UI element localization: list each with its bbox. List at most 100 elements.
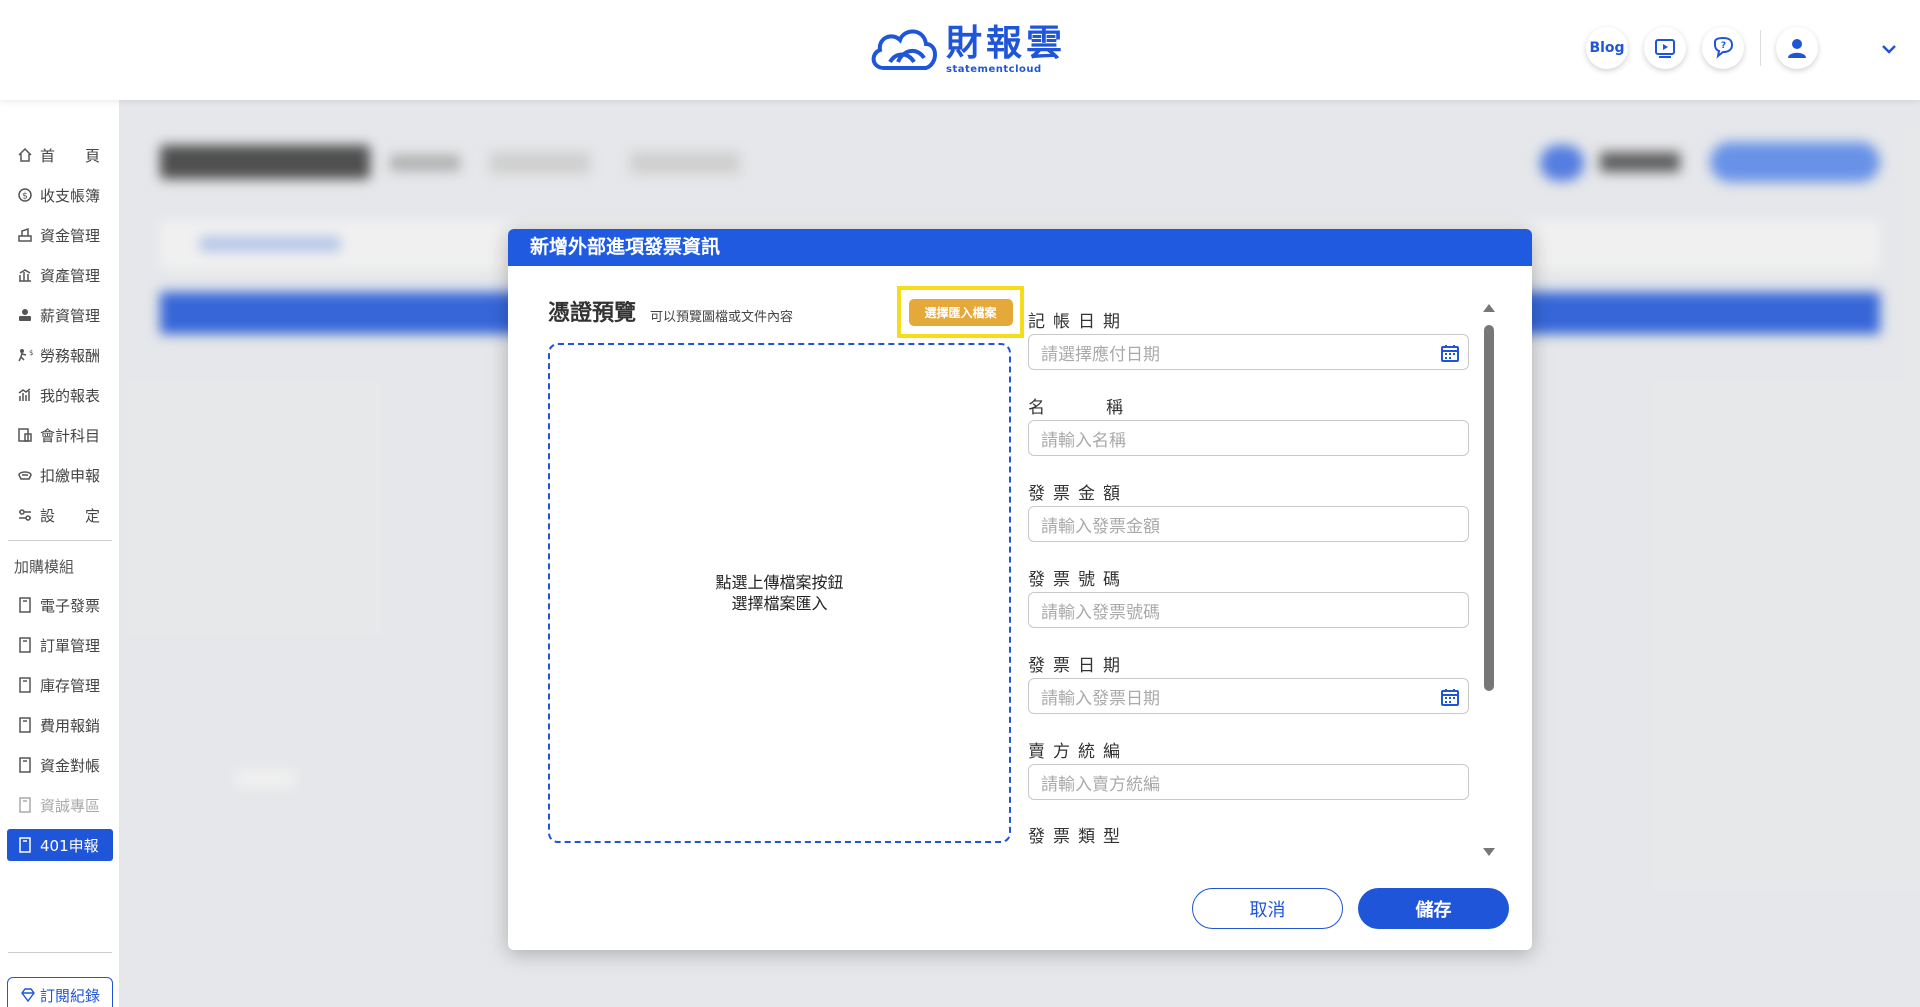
sidebar-item-label: 會計科目 [40, 426, 101, 445]
cancel-button[interactable]: 取消 [1192, 888, 1343, 929]
scroll-up-arrow-icon[interactable] [1482, 302, 1496, 314]
scroll-down-arrow-icon[interactable] [1482, 846, 1496, 858]
sidebar-item-pwc-zone[interactable]: 資誠專區 [14, 790, 110, 820]
sidebar-item-orders[interactable]: 訂單管理 [14, 630, 110, 660]
sidebar-item-label: 費用報銷 [40, 716, 101, 735]
sidebar-item-withholding[interactable]: 扣繳申報 [14, 460, 110, 490]
sidebar-item-settings[interactable]: 設 定 [14, 500, 110, 530]
sidebar-item-label: 收支帳簿 [40, 186, 101, 205]
add-invoice-modal: 新增外部進項發票資訊 憑證預覽 可以預覽圖檔或文件內容 選擇匯入檔案 點選上傳檔… [508, 229, 1532, 950]
invoice-amount-input[interactable]: 請輸入發票金額 [1028, 506, 1469, 542]
booking-date-placeholder: 請選擇應付日期 [1041, 344, 1160, 365]
asset-icon [14, 267, 36, 283]
field-label-invoice-number: 發票號碼 [1028, 570, 1128, 590]
import-button-highlight: 選擇匯入檔案 [897, 286, 1024, 338]
sidebar-item-asset[interactable]: 資產管理 [14, 260, 110, 290]
seller-tax-id-input[interactable]: 請輸入賣方統編 [1028, 764, 1469, 800]
field-label-booking-date: 記帳日期 [1028, 312, 1128, 332]
svg-text:?: ? [1721, 41, 1726, 51]
sidebar-item-fund[interactable]: 資金管理 [14, 220, 110, 250]
calendar-icon[interactable] [1440, 687, 1460, 707]
field-label-seller-tax-id: 賣方統編 [1028, 742, 1128, 762]
book-icon [14, 837, 36, 853]
sidebar-item-my-reports[interactable]: 我的報表 [14, 380, 110, 410]
field-label-name: 名 稱 [1028, 398, 1145, 418]
chevron-down-icon[interactable] [1878, 38, 1900, 60]
sidebar: 首 頁 $ 收支帳簿 資金管理 資產管理 薪資管理 $ 勞務報酬 我的報表 會計… [0, 100, 120, 1007]
preview-title: 憑證預覽 [548, 301, 637, 326]
sidebar-item-inventory[interactable]: 庫存管理 [14, 670, 110, 700]
user-icon [1788, 39, 1806, 58]
invoice-date-placeholder: 請輸入發票日期 [1041, 688, 1160, 709]
sidebar-item-expenses[interactable]: 費用報銷 [14, 710, 110, 740]
sidebar-item-accounts[interactable]: 會計科目 [14, 420, 110, 450]
svg-text:$: $ [29, 349, 33, 357]
diamond-icon [21, 988, 35, 1002]
invoice-amount-placeholder: 請輸入發票金額 [1041, 516, 1160, 537]
ledger-icon [14, 427, 36, 443]
field-label-invoice-type: 發票類型 [1028, 827, 1128, 847]
help-chat-button[interactable]: ? [1702, 27, 1744, 69]
user-avatar-button[interactable] [1776, 27, 1818, 69]
subscription-record-label: 訂閱紀錄 [39, 986, 100, 1005]
sidebar-item-label: 資誠專區 [40, 796, 101, 815]
book-icon [14, 757, 36, 773]
sidebar-item-label: 訂單管理 [40, 636, 101, 655]
sidebar-item-label: 資產管理 [40, 266, 101, 285]
subscription-record-button[interactable]: 訂閱紀錄 [7, 977, 113, 1007]
scrollbar-thumb[interactable] [1484, 325, 1494, 691]
header-divider [1760, 30, 1761, 66]
cloud-logo-icon [871, 29, 937, 70]
book-icon [14, 677, 36, 693]
book-icon [14, 637, 36, 653]
sidebar-divider [8, 952, 112, 953]
report-icon [14, 387, 36, 403]
sidebar-item-reconciliation[interactable]: 資金對帳 [14, 750, 110, 780]
sidebar-item-label: 我的報表 [40, 386, 101, 405]
salary-icon [14, 307, 36, 323]
sidebar-item-label: 扣繳申報 [40, 466, 101, 485]
book-icon [14, 597, 36, 613]
modal-title: 新增外部進項發票資訊 [508, 229, 1532, 266]
sidebar-item-label: 電子發票 [40, 596, 101, 615]
import-file-button[interactable]: 選擇匯入檔案 [908, 298, 1013, 326]
fund-icon [14, 227, 36, 243]
settings-icon [14, 507, 36, 523]
blog-button[interactable]: Blog [1586, 27, 1628, 69]
dropzone-text-line1: 點選上傳檔案按鈕 [715, 573, 844, 592]
sidebar-item-label: 庫存管理 [40, 676, 101, 695]
invoice-number-placeholder: 請輸入發票號碼 [1041, 602, 1160, 623]
form-scroll-area[interactable]: 記帳日期 請選擇應付日期 名 稱 請輸入名稱 發票金額 請輸入發票金額 發票號碼… [1016, 289, 1486, 903]
invoice-date-input[interactable]: 請輸入發票日期 [1028, 678, 1469, 714]
file-preview-dropzone[interactable]: 點選上傳檔案按鈕 選擇檔案匯入 [548, 343, 1011, 843]
home-icon [14, 147, 36, 163]
sidebar-item-ledger-book[interactable]: $ 收支帳簿 [14, 180, 110, 210]
sidebar-item-home[interactable]: 首 頁 [14, 140, 110, 170]
logo-title: 財報雲 [946, 23, 1067, 64]
help-chat-icon: ? [1714, 36, 1734, 59]
save-button[interactable]: 儲存 [1358, 888, 1509, 929]
name-placeholder: 請輸入名稱 [1041, 430, 1126, 451]
sidebar-item-e-invoice[interactable]: 電子發票 [14, 590, 110, 620]
sidebar-item-label: 勞務報酬 [40, 346, 101, 365]
booking-date-input[interactable]: 請選擇應付日期 [1028, 334, 1469, 370]
tax-icon [14, 467, 36, 483]
name-input[interactable]: 請輸入名稱 [1028, 420, 1469, 456]
field-label-invoice-amount: 發票金額 [1028, 484, 1128, 504]
sidebar-divider [8, 540, 112, 541]
dropzone-text-line2: 選擇檔案匯入 [731, 594, 828, 613]
labor-icon: $ [14, 347, 36, 363]
video-tutorial-button[interactable] [1644, 27, 1686, 69]
field-label-invoice-date: 發票日期 [1028, 656, 1128, 676]
logo-subtitle: statementcloud [946, 64, 1042, 75]
invoice-number-input[interactable]: 請輸入發票號碼 [1028, 592, 1469, 628]
coin-icon: $ [14, 187, 36, 203]
sidebar-item-401-filing[interactable]: 401申報 [7, 829, 113, 861]
sidebar-item-label: 首 頁 [40, 146, 101, 165]
seller-tax-id-placeholder: 請輸入賣方統編 [1041, 774, 1160, 795]
logo[interactable]: 財報雲 statementcloud [868, 22, 1066, 78]
sidebar-item-labor[interactable]: $ 勞務報酬 [14, 340, 110, 370]
sidebar-item-label: 資金管理 [40, 226, 101, 245]
sidebar-item-salary[interactable]: 薪資管理 [14, 300, 110, 330]
calendar-icon[interactable] [1440, 343, 1460, 363]
